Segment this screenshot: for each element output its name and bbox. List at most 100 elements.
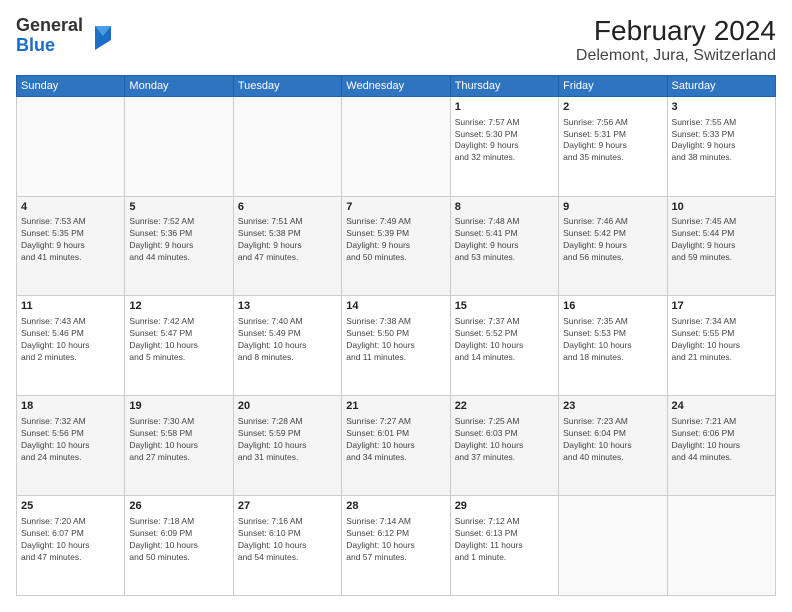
day-info: Sunrise: 7:34 AM Sunset: 5:55 PM Dayligh… xyxy=(672,316,771,364)
day-info: Sunrise: 7:16 AM Sunset: 6:10 PM Dayligh… xyxy=(238,516,337,564)
table-row xyxy=(233,96,341,196)
day-info: Sunrise: 7:35 AM Sunset: 5:53 PM Dayligh… xyxy=(563,316,662,364)
day-number: 19 xyxy=(129,399,228,414)
table-row: 20Sunrise: 7:28 AM Sunset: 5:59 PM Dayli… xyxy=(233,396,341,496)
day-number: 22 xyxy=(455,399,554,414)
day-number: 28 xyxy=(346,499,445,514)
col-thursday: Thursday xyxy=(450,75,558,96)
table-row: 27 Sunrise: 7:16 AM Sunset: 6:10 PM Dayli… xyxy=(233,496,341,596)
day-number: 1 xyxy=(455,100,554,115)
logo-text: General Blue xyxy=(16,16,83,56)
day-info: Sunrise: 7:49 AM Sunset: 5:39 PM Dayligh… xyxy=(346,216,445,264)
day-info: Sunrise: 7:23 AM Sunset: 6:04 PM Dayligh… xyxy=(563,416,662,464)
table-row: 6Sunrise: 7:51 AM Sunset: 5:38 PM Daylig… xyxy=(233,196,341,296)
table-row: 21Sunrise: 7:27 AM Sunset: 6:01 PM Dayli… xyxy=(342,396,450,496)
day-number: 13 xyxy=(238,299,337,314)
day-number: 5 xyxy=(129,200,228,215)
table-row: 28 Sunrise: 7:14 AM Sunset: 6:12 PM Dayli… xyxy=(342,496,450,596)
table-row: 3 Sunrise: 7:55 AM Sunset: 5:33 PM Daylig… xyxy=(667,96,775,196)
table-row: 10Sunrise: 7:45 AM Sunset: 5:44 PM Dayli… xyxy=(667,196,775,296)
day-number: 10 xyxy=(672,200,771,215)
col-sunday: Sunday xyxy=(17,75,125,96)
calendar-header-row: Sunday Monday Tuesday Wednesday Thursday… xyxy=(17,75,776,96)
table-row: 2Sunrise: 7:56 AM Sunset: 5:31 PM Daylig… xyxy=(559,96,667,196)
table-row: 9Sunrise: 7:46 AM Sunset: 5:42 PM Daylig… xyxy=(559,196,667,296)
header: General Blue February 2024 Delemont, Jur… xyxy=(16,16,776,65)
table-row: 15 Sunrise: 7:37 AM Sunset: 5:52 PM Dayli… xyxy=(450,296,558,396)
col-saturday: Saturday xyxy=(667,75,775,96)
day-info: Sunrise: 7:56 AM Sunset: 5:31 PM Dayligh… xyxy=(563,117,662,165)
table-row: 26 Sunrise: 7:18 AM Sunset: 6:09 PM Dayli… xyxy=(125,496,233,596)
title-block: February 2024 Delemont, Jura, Switzerlan… xyxy=(576,16,776,65)
table-row: 29Sunrise: 7:12 AM Sunset: 6:13 PM Dayli… xyxy=(450,496,558,596)
day-number: 23 xyxy=(563,399,662,414)
day-info: Sunrise: 7:46 AM Sunset: 5:42 PM Dayligh… xyxy=(563,216,662,264)
table-row xyxy=(342,96,450,196)
table-row: 4Sunrise: 7:53 AM Sunset: 5:35 PM Daylig… xyxy=(17,196,125,296)
table-row: 14 Sunrise: 7:38 AM Sunset: 5:50 PM Dayli… xyxy=(342,296,450,396)
col-friday: Friday xyxy=(559,75,667,96)
day-info: Sunrise: 7:18 AM Sunset: 6:09 PM Dayligh… xyxy=(129,516,228,564)
table-row: 11 Sunrise: 7:43 AM Sunset: 5:46 PM Dayli… xyxy=(17,296,125,396)
table-row: 1 Sunrise: 7:57 AM Sunset: 5:30 PM Daylig… xyxy=(450,96,558,196)
day-info: Sunrise: 7:48 AM Sunset: 5:41 PM Dayligh… xyxy=(455,216,554,264)
day-number: 16 xyxy=(563,299,662,314)
day-number: 29 xyxy=(455,499,554,514)
table-row: 17 Sunrise: 7:34 AM Sunset: 5:55 PM Dayli… xyxy=(667,296,775,396)
day-number: 15 xyxy=(455,299,554,314)
day-info: Sunrise: 7:53 AM Sunset: 5:35 PM Dayligh… xyxy=(21,216,120,264)
day-info: Sunrise: 7:57 AM Sunset: 5:30 PM Dayligh… xyxy=(455,117,554,165)
day-info: Sunrise: 7:55 AM Sunset: 5:33 PM Dayligh… xyxy=(672,117,771,165)
day-number: 14 xyxy=(346,299,445,314)
subtitle: Delemont, Jura, Switzerland xyxy=(576,47,776,65)
col-wednesday: Wednesday xyxy=(342,75,450,96)
calendar-week-5: 25 Sunrise: 7:20 AM Sunset: 6:07 PM Dayli… xyxy=(17,496,776,596)
table-row xyxy=(125,96,233,196)
table-row: 12 Sunrise: 7:42 AM Sunset: 5:47 PM Dayli… xyxy=(125,296,233,396)
day-info: Sunrise: 7:20 AM Sunset: 6:07 PM Dayligh… xyxy=(21,516,120,564)
table-row: 13 Sunrise: 7:40 AM Sunset: 5:49 PM Dayli… xyxy=(233,296,341,396)
day-number: 20 xyxy=(238,399,337,414)
page: General Blue February 2024 Delemont, Jur… xyxy=(0,0,792,612)
day-info: Sunrise: 7:51 AM Sunset: 5:38 PM Dayligh… xyxy=(238,216,337,264)
day-number: 17 xyxy=(672,299,771,314)
day-info: Sunrise: 7:42 AM Sunset: 5:47 PM Dayligh… xyxy=(129,316,228,364)
table-row: 8Sunrise: 7:48 AM Sunset: 5:41 PM Daylig… xyxy=(450,196,558,296)
col-monday: Monday xyxy=(125,75,233,96)
table-row: 7Sunrise: 7:49 AM Sunset: 5:39 PM Daylig… xyxy=(342,196,450,296)
table-row: 16 Sunrise: 7:35 AM Sunset: 5:53 PM Dayli… xyxy=(559,296,667,396)
day-info: Sunrise: 7:27 AM Sunset: 6:01 PM Dayligh… xyxy=(346,416,445,464)
day-number: 11 xyxy=(21,299,120,314)
day-info: Sunrise: 7:52 AM Sunset: 5:36 PM Dayligh… xyxy=(129,216,228,264)
table-row: 19 Sunrise: 7:30 AM Sunset: 5:58 PM Dayli… xyxy=(125,396,233,496)
logo: General Blue xyxy=(16,16,113,56)
day-number: 4 xyxy=(21,200,120,215)
day-number: 3 xyxy=(672,100,771,115)
table-row: 24Sunrise: 7:21 AM Sunset: 6:06 PM Dayli… xyxy=(667,396,775,496)
table-row xyxy=(17,96,125,196)
day-info: Sunrise: 7:25 AM Sunset: 6:03 PM Dayligh… xyxy=(455,416,554,464)
day-number: 12 xyxy=(129,299,228,314)
table-row xyxy=(559,496,667,596)
day-number: 18 xyxy=(21,399,120,414)
day-number: 25 xyxy=(21,499,120,514)
calendar-week-1: 1 Sunrise: 7:57 AM Sunset: 5:30 PM Daylig… xyxy=(17,96,776,196)
day-number: 6 xyxy=(238,200,337,215)
day-info: Sunrise: 7:38 AM Sunset: 5:50 PM Dayligh… xyxy=(346,316,445,364)
day-info: Sunrise: 7:37 AM Sunset: 5:52 PM Dayligh… xyxy=(455,316,554,364)
table-row xyxy=(667,496,775,596)
day-number: 24 xyxy=(672,399,771,414)
day-number: 26 xyxy=(129,499,228,514)
logo-icon xyxy=(85,22,113,50)
table-row: 18Sunrise: 7:32 AM Sunset: 5:56 PM Dayli… xyxy=(17,396,125,496)
table-row: 23 Sunrise: 7:23 AM Sunset: 6:04 PM Dayli… xyxy=(559,396,667,496)
table-row: 5Sunrise: 7:52 AM Sunset: 5:36 PM Daylig… xyxy=(125,196,233,296)
calendar-table: Sunday Monday Tuesday Wednesday Thursday… xyxy=(16,75,776,596)
calendar-week-3: 11 Sunrise: 7:43 AM Sunset: 5:46 PM Dayli… xyxy=(17,296,776,396)
day-number: 27 xyxy=(238,499,337,514)
day-info: Sunrise: 7:43 AM Sunset: 5:46 PM Dayligh… xyxy=(21,316,120,364)
day-number: 7 xyxy=(346,200,445,215)
day-info: Sunrise: 7:30 AM Sunset: 5:58 PM Dayligh… xyxy=(129,416,228,464)
day-info: Sunrise: 7:14 AM Sunset: 6:12 PM Dayligh… xyxy=(346,516,445,564)
day-info: Sunrise: 7:40 AM Sunset: 5:49 PM Dayligh… xyxy=(238,316,337,364)
